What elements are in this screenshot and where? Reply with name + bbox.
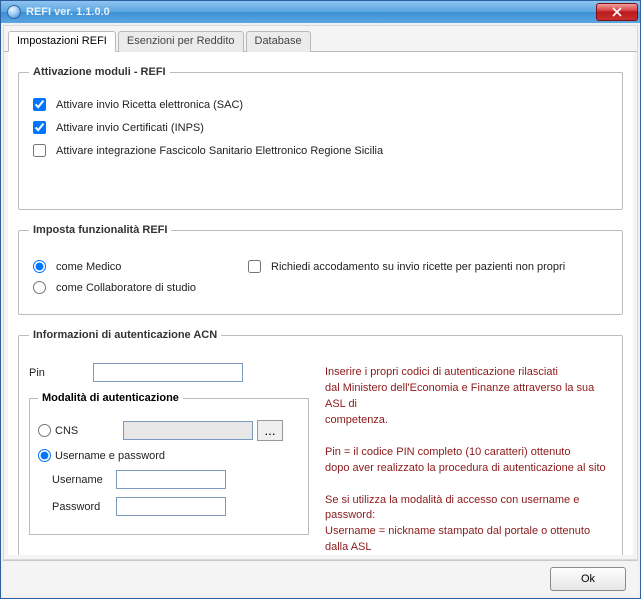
tab-label: Esenzioni per Reddito [127,35,235,47]
auth-help-p3: Se si utilizza la modalità di accesso co… [325,493,612,556]
password-label: Password [52,501,116,513]
tabstrip: Impostazioni REFI Esenzioni per Reddito … [4,26,637,52]
chk-inps-label: Attivare invio Certificati (INPS) [56,122,204,134]
radio-collaboratore-label: come Collaboratore di studio [56,282,196,294]
auth-help-text: Inserire i propri codici di autenticazio… [325,355,612,555]
pin-input[interactable] [93,363,243,382]
chk-fse-sicilia-label: Attivare integrazione Fascicolo Sanitari… [56,145,383,157]
chk-queue-label: Richiedi accodamento su invio ricette pe… [271,261,565,273]
auth-help-p1: Inserire i propri codici di autenticazio… [325,365,612,429]
chk-fse-sicilia[interactable] [33,144,46,157]
close-button[interactable] [596,3,638,21]
group-functionality-legend: Imposta funzionalità REFI [29,224,171,236]
tab-database[interactable]: Database [246,31,311,52]
radio-medico[interactable] [33,260,46,273]
radio-cns-label: CNS [55,425,101,437]
group-auth-mode-legend: Modalità di autenticazione [38,392,183,404]
password-input[interactable] [116,497,226,516]
radio-userpass-label: Username e password [55,450,165,462]
cns-browse-button[interactable]: ... [257,420,283,441]
tab-impostazioni[interactable]: Impostazioni REFI [8,31,116,52]
dialog-body: Impostazioni REFI Esenzioni per Reddito … [3,25,638,560]
chk-sac-label: Attivare invio Ricetta elettronica (SAC) [56,99,243,111]
group-auth: Informazioni di autenticazione ACN Pin M… [18,329,623,555]
pin-label: Pin [29,367,93,379]
group-activation: Attivazione moduli - REFI Attivare invio… [18,66,623,210]
tab-content: Attivazione moduli - REFI Attivare invio… [8,52,633,555]
dialog-window: REFI ver. 1.1.0.0 Impostazioni REFI Esen… [0,0,641,599]
chk-sac[interactable] [33,98,46,111]
button-bar: Ok [3,560,638,596]
chk-inps[interactable] [33,121,46,134]
ellipsis-icon: ... [264,423,275,438]
app-icon [7,5,21,19]
radio-cns[interactable] [38,424,51,437]
username-label: Username [52,474,116,486]
auth-help-p2: Pin = il codice PIN completo (10 caratte… [325,445,612,477]
close-icon [612,7,622,17]
username-input[interactable] [116,470,226,489]
group-activation-legend: Attivazione moduli - REFI [29,66,170,78]
cns-path-input [123,421,253,440]
tab-esenzioni[interactable]: Esenzioni per Reddito [118,31,244,52]
titlebar: REFI ver. 1.1.0.0 [1,1,640,23]
tab-label: Impostazioni REFI [17,35,107,47]
chk-queue[interactable] [248,260,261,273]
ok-button-label: Ok [581,573,595,585]
group-auth-legend: Informazioni di autenticazione ACN [29,329,221,341]
ok-button[interactable]: Ok [550,567,626,591]
group-functionality: Imposta funzionalità REFI come Medico co… [18,224,623,315]
window-title: REFI ver. 1.1.0.0 [26,6,110,18]
group-auth-mode: Modalità di autenticazione CNS ... Usern… [29,392,309,535]
radio-medico-label: come Medico [56,261,121,273]
radio-userpass[interactable] [38,449,51,462]
tab-label: Database [255,35,302,47]
radio-collaboratore[interactable] [33,281,46,294]
